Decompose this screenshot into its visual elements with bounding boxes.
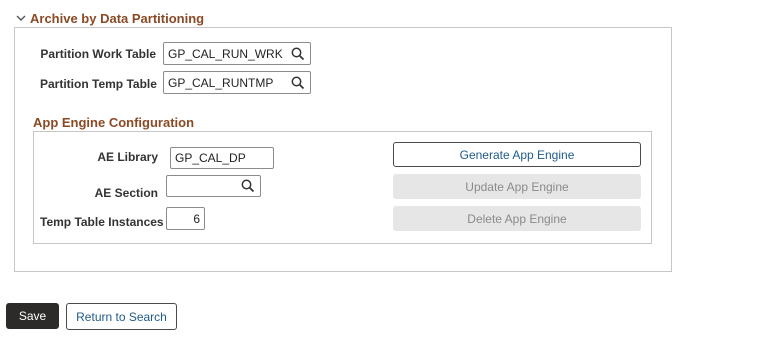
save-button[interactable]: Save — [6, 303, 59, 329]
partition-temp-table-field[interactable]: GP_CAL_RUNTMP — [163, 71, 311, 94]
app-engine-config-title: App Engine Configuration — [33, 115, 195, 130]
ae-library-value[interactable]: GP_CAL_DP — [171, 151, 273, 165]
partition-work-table-field[interactable]: GP_CAL_RUN_WRK — [163, 42, 311, 65]
search-icon[interactable] — [290, 75, 306, 91]
ae-library-label: AE Library — [97, 150, 158, 164]
ae-section-field[interactable] — [166, 175, 261, 197]
partition-temp-table-value[interactable]: GP_CAL_RUNTMP — [164, 76, 290, 90]
partition-temp-table-label: Partition Temp Table — [40, 77, 157, 91]
temp-table-instances-value[interactable]: 6 — [193, 212, 204, 226]
update-app-engine-button[interactable]: Update App Engine — [393, 174, 641, 199]
search-icon[interactable] — [290, 46, 306, 62]
ae-section-label: AE Section — [94, 186, 158, 200]
section-title: Archive by Data Partitioning — [30, 10, 205, 26]
generate-app-engine-button[interactable]: Generate App Engine — [393, 142, 641, 167]
partition-work-table-label: Partition Work Table — [40, 47, 156, 61]
temp-table-instances-field[interactable]: 6 — [166, 207, 205, 230]
temp-table-instances-label: Temp Table Instances — [40, 215, 164, 229]
partition-work-table-value[interactable]: GP_CAL_RUN_WRK — [164, 47, 290, 61]
chevron-down-icon[interactable] — [15, 12, 27, 24]
section-header[interactable]: Archive by Data Partitioning — [15, 10, 204, 26]
delete-app-engine-button[interactable]: Delete App Engine — [393, 206, 641, 231]
search-icon[interactable] — [240, 178, 256, 194]
return-to-search-button[interactable]: Return to Search — [66, 303, 177, 330]
ae-library-field[interactable]: GP_CAL_DP — [170, 147, 274, 169]
